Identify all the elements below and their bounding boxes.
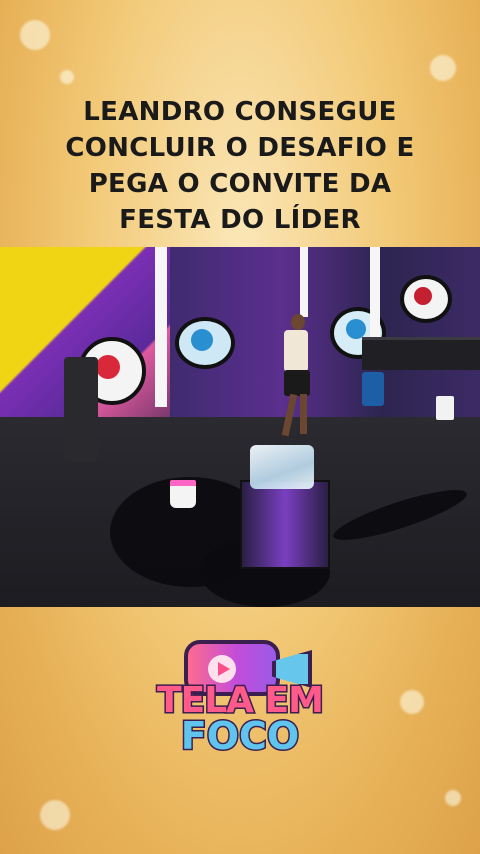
sparkle-decoration: [430, 55, 456, 81]
blue-bin: [362, 372, 384, 406]
play-icon: [208, 655, 236, 683]
video-frame: [0, 247, 480, 607]
mural-eye: [175, 317, 235, 369]
pedestal: [240, 480, 330, 569]
wall-pillar: [155, 247, 167, 407]
headline-line: CONCLUIR O DESAFIO E: [65, 133, 415, 163]
logo-text-line2: FOCO: [179, 713, 300, 760]
mural-eye: [400, 275, 452, 323]
sparkle-decoration: [20, 20, 50, 50]
headline-line: LEANDRO CONSEGUE: [83, 97, 397, 127]
sparkle-decoration: [60, 70, 74, 84]
wall-pillar: [370, 247, 380, 342]
bucket: [170, 480, 196, 508]
wall-pillar: [300, 247, 308, 317]
sparkle-decoration: [40, 800, 70, 830]
white-bin: [436, 396, 454, 420]
headline-line: FESTA DO LÍDER: [119, 205, 361, 235]
ice-block: [250, 445, 314, 489]
counter-table: [362, 337, 480, 370]
sparkle-decoration: [400, 690, 424, 714]
brand-logo: TELA EM FOCO: [140, 630, 340, 760]
headline-line: PEGA O CONVITE DA: [88, 169, 392, 199]
standing-object: [64, 357, 98, 461]
sparkle-decoration: [445, 790, 461, 806]
person-figure: [281, 314, 312, 444]
headline: LEANDRO CONSEGUE CONCLUIR O DESAFIO E PE…: [20, 94, 460, 238]
